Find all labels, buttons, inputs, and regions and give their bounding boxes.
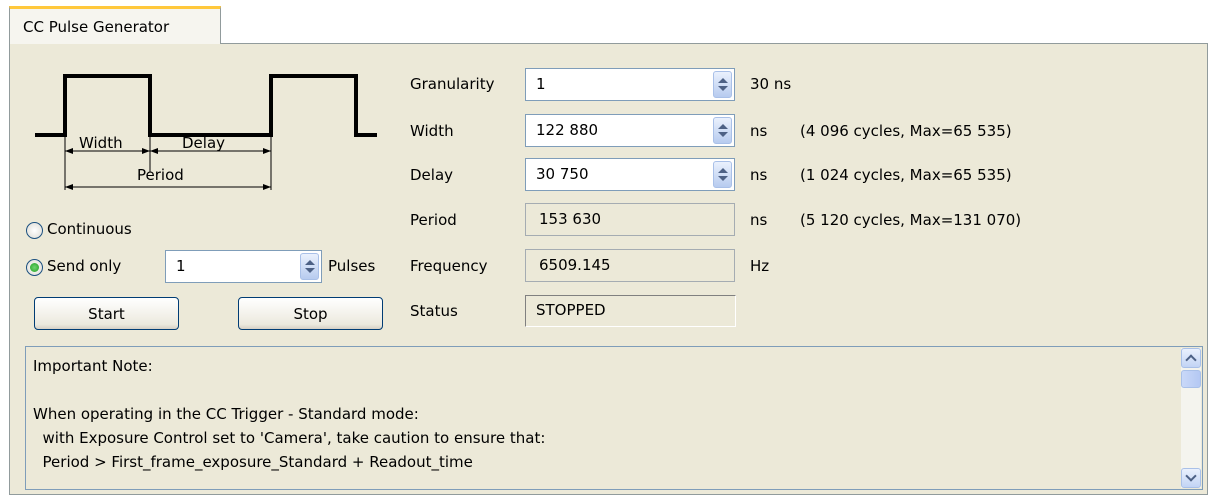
note-line: Period > First_frame_exposure_Standard +… xyxy=(33,453,473,471)
spin-up-icon xyxy=(717,168,728,173)
pulse-timing-diagram: Width Delay Period xyxy=(35,74,377,190)
send-only-radio[interactable] xyxy=(26,259,43,276)
width-info: (4 096 cycles, Max=65 535) xyxy=(800,122,1012,140)
spin-down-icon xyxy=(717,86,728,91)
diagram-width-label: Width xyxy=(79,134,123,152)
status-label: Status xyxy=(410,302,458,320)
diagram-period-label: Period xyxy=(137,166,184,184)
delay-value: 30 750 xyxy=(536,165,589,183)
tab-cc-pulse-generator[interactable]: CC Pulse Generator xyxy=(9,6,221,44)
delay-label: Delay xyxy=(410,166,454,184)
width-unit: ns xyxy=(750,122,768,140)
frequency-value: 6509.145 xyxy=(539,256,611,274)
delay-spinner[interactable]: 30 750 xyxy=(525,158,735,191)
width-spinner[interactable]: 122 880 xyxy=(525,114,735,147)
spin-up-icon xyxy=(717,78,728,83)
delay-spin-buttons[interactable] xyxy=(713,161,732,188)
spin-down-icon xyxy=(717,176,728,181)
frequency-label: Frequency xyxy=(410,257,488,275)
scroll-up-button[interactable] xyxy=(1181,348,1201,368)
period-label: Period xyxy=(410,211,457,229)
pulses-count-spinner[interactable]: 1 xyxy=(165,250,322,283)
status-field: STOPPED xyxy=(525,295,736,327)
chevron-down-icon xyxy=(1185,470,1197,482)
width-value: 122 880 xyxy=(536,121,599,139)
diagram-delay-label: Delay xyxy=(182,134,225,152)
granularity-value: 1 xyxy=(536,75,546,93)
granularity-label: Granularity xyxy=(410,75,495,93)
frequency-field: 6509.145 xyxy=(525,249,735,282)
width-spin-buttons[interactable] xyxy=(713,117,732,144)
granularity-spinner[interactable]: 1 xyxy=(525,68,735,101)
frequency-unit: Hz xyxy=(750,257,770,275)
chevron-up-icon xyxy=(1185,354,1197,366)
delay-info: (1 024 cycles, Max=65 535) xyxy=(800,166,1012,184)
status-value: STOPPED xyxy=(536,301,606,319)
pulses-unit-label: Pulses xyxy=(328,257,376,275)
spin-down-icon xyxy=(717,132,728,137)
send-only-label[interactable]: Send only xyxy=(47,257,121,275)
stop-button[interactable]: Stop xyxy=(238,297,383,330)
delay-unit: ns xyxy=(750,166,768,184)
important-note-textarea[interactable]: Important Note: When operating in the CC… xyxy=(25,346,1203,490)
period-info: (5 120 cycles, Max=131 070) xyxy=(800,211,1022,229)
granularity-spin-buttons[interactable] xyxy=(713,71,732,98)
note-line: with Exposure Control set to 'Camera', t… xyxy=(33,429,546,447)
scroll-down-button[interactable] xyxy=(1181,468,1201,488)
spin-down-icon xyxy=(304,268,315,273)
period-unit: ns xyxy=(750,211,768,229)
note-line: Important Note: xyxy=(33,357,153,375)
continuous-radio[interactable] xyxy=(26,222,43,239)
start-button-label: Start xyxy=(88,304,125,323)
period-value: 153 630 xyxy=(539,210,602,228)
stop-button-label: Stop xyxy=(293,304,328,323)
note-line: When operating in the CC Trigger - Stand… xyxy=(33,405,419,423)
granularity-unit: 30 ns xyxy=(750,75,792,93)
radio-selected-dot xyxy=(30,263,39,272)
spin-up-icon xyxy=(304,260,315,265)
pulses-spin-buttons[interactable] xyxy=(300,253,319,280)
notes-scrollbar[interactable] xyxy=(1181,348,1201,488)
scroll-thumb[interactable] xyxy=(1181,370,1201,388)
pulse-generator-panel: Width Delay Period Continuous Send only … xyxy=(9,43,1208,495)
continuous-label[interactable]: Continuous xyxy=(47,220,132,238)
start-button[interactable]: Start xyxy=(34,297,179,330)
spin-up-icon xyxy=(717,124,728,129)
period-field: 153 630 xyxy=(525,203,735,236)
tab-label: CC Pulse Generator xyxy=(23,17,170,36)
pulses-count-value: 1 xyxy=(176,257,186,275)
width-label: Width xyxy=(410,122,454,140)
